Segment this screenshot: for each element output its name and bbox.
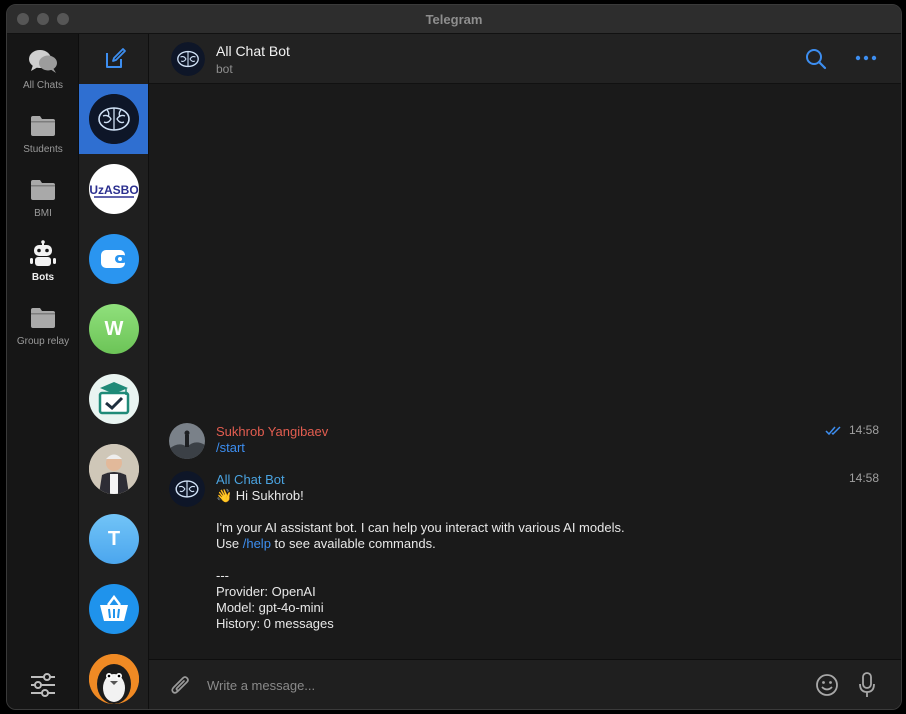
brain-avatar (89, 94, 139, 144)
folder-students[interactable]: Students (7, 112, 79, 176)
wallet-icon (101, 250, 127, 268)
folder-label: Bots (31, 272, 55, 283)
model-text: Model: gpt-4o-mini (216, 600, 324, 615)
svg-text:UzASBO: UzASBO (89, 183, 138, 197)
folders-sidebar: All Chats Students BMI Bots Group relay (7, 34, 79, 709)
folder-icon (31, 116, 55, 136)
more-options-icon[interactable] (855, 52, 877, 64)
folder-icon (31, 180, 55, 200)
folder-label: Students (23, 144, 63, 155)
compose-icon[interactable] (103, 47, 127, 71)
message-input[interactable] (207, 674, 767, 696)
folder-bmi[interactable]: BMI (7, 176, 79, 240)
title-bar: Telegram (7, 5, 901, 34)
message-author[interactable]: Sukhrob Yangibaev (216, 423, 879, 440)
letter-avatar: W (89, 304, 139, 354)
history-text: History: 0 messages (216, 616, 334, 631)
logo-avatar: UzASBO (89, 164, 139, 214)
chat-item-penguin[interactable] (79, 644, 148, 709)
greeting-text: 👋 Hi Sukhrob! (216, 488, 304, 503)
chat-status: bot (216, 62, 233, 76)
wallet-avatar (89, 234, 139, 284)
chat-item-person[interactable] (79, 434, 148, 504)
paperclip-icon[interactable] (169, 673, 191, 697)
folder-group-relay[interactable]: Group relay (7, 304, 79, 368)
folder-icon (31, 308, 55, 328)
chat-item-w[interactable]: W (79, 294, 148, 364)
basket-icon (100, 595, 128, 621)
message-author[interactable]: All Chat Bot (216, 471, 879, 488)
separator-text: --- (216, 568, 229, 583)
provider-text: Provider: OpenAI (216, 584, 316, 599)
chat-item-uzasbo[interactable]: UzASBO (79, 154, 148, 224)
letter-avatar: T (89, 514, 139, 564)
chat-header[interactable]: All Chat Bot bot (149, 34, 901, 84)
folder-bots[interactable]: Bots (7, 240, 79, 304)
help-line: Use /help to see available commands. (216, 536, 879, 552)
chat-item-graduation[interactable] (79, 364, 148, 434)
chat-item-wallet[interactable] (79, 224, 148, 294)
sender-avatar[interactable] (169, 423, 205, 459)
chat-header-avatar[interactable] (171, 42, 205, 76)
folder-label: BMI (34, 208, 52, 219)
chat-title: All Chat Bot (216, 43, 290, 59)
intro-text: I'm your AI assistant bot. I can help yo… (216, 520, 625, 535)
chat-panel: All Chat Bot bot Sukhrob Yangibaev /star… (149, 34, 901, 709)
graduation-avatar (89, 374, 139, 424)
penguin-avatar (89, 654, 139, 704)
chat-list: UzASBO W T (79, 34, 149, 709)
telegram-window: Telegram All Chats Students BMI Bots Gro… (6, 4, 902, 710)
help-prefix: Use (216, 536, 243, 551)
microphone-icon[interactable] (859, 672, 875, 698)
sender-avatar[interactable] (169, 471, 205, 507)
chat-item-basket[interactable] (79, 574, 148, 644)
message-time: 14:58 (848, 423, 879, 437)
chat-item-t[interactable]: T (79, 504, 148, 574)
chat-item-all-chat-bot[interactable] (79, 84, 148, 154)
double-check-icon (825, 426, 841, 436)
search-icon[interactable] (805, 48, 827, 70)
basket-avatar (89, 584, 139, 634)
window-title: Telegram (425, 12, 483, 27)
message-composer (149, 659, 901, 709)
folder-all-chats[interactable]: All Chats (7, 48, 79, 112)
chat-bubbles-icon (29, 50, 57, 73)
message-item[interactable]: Sukhrob Yangibaev /start 14:58 (149, 423, 901, 459)
graduation-cap-icon (98, 382, 130, 415)
person-avatar (89, 444, 139, 494)
help-command-link[interactable]: /help (243, 536, 271, 551)
help-suffix: to see available commands. (270, 536, 436, 551)
robot-icon (30, 240, 56, 266)
message-list: Sukhrob Yangibaev /start 14:58 All Chat … (149, 84, 901, 659)
message-item[interactable]: All Chat Bot 👋 Hi Sukhrob! I'm your AI a… (149, 471, 901, 641)
command-link[interactable]: /start (216, 440, 245, 455)
message-time: 14:58 (848, 471, 879, 485)
folder-label: Group relay (16, 336, 70, 347)
settings-sliders-icon[interactable] (29, 671, 57, 699)
emoji-icon[interactable] (815, 673, 839, 697)
folder-label: All Chats (22, 80, 63, 91)
